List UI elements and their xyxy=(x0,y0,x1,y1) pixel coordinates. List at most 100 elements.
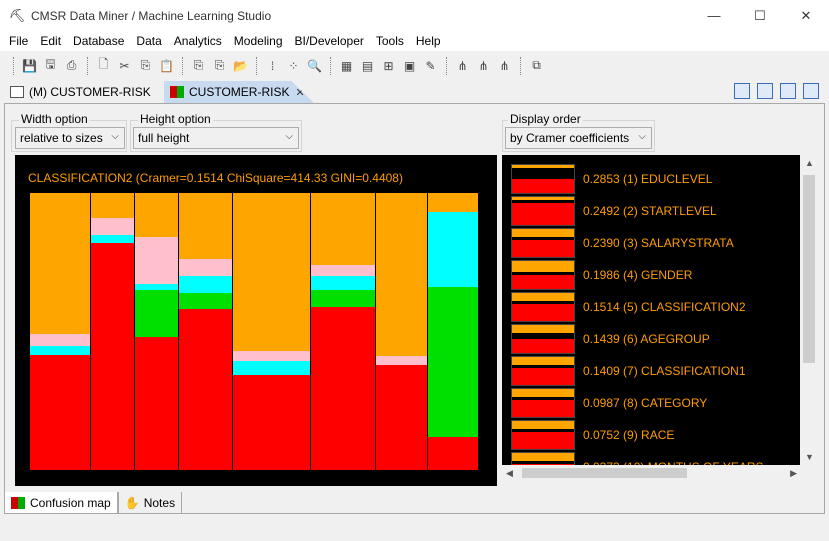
mini-confusion-map xyxy=(511,292,575,322)
cut-icon[interactable]: ✂ xyxy=(115,56,134,75)
layout1-icon[interactable] xyxy=(734,83,750,99)
list-item[interactable]: 0.1986 (4) GENDER xyxy=(511,260,692,290)
mosaic-segment-orange xyxy=(311,193,375,266)
scroll-down-icon[interactable]: ▼ xyxy=(805,452,814,462)
tab-notes[interactable]: ✋ Notes xyxy=(117,492,183,514)
main-panel: Width option relative to sizes ⌵ Height … xyxy=(4,103,825,514)
list-item[interactable]: 0.1514 (5) CLASSIFICATION2 xyxy=(511,292,746,322)
edit-icon[interactable]: ✎ xyxy=(421,56,440,75)
mosaic-segment-green xyxy=(179,292,232,310)
list-item-label: 0.1409 (7) CLASSIFICATION1 xyxy=(583,364,746,378)
tree1-icon[interactable]: ⋔ xyxy=(453,56,472,75)
mosaic-segment-green xyxy=(135,289,178,337)
mosaic-segment-cyan xyxy=(233,361,310,375)
tab-label: CUSTOMER-RISK xyxy=(189,85,290,99)
menu-data[interactable]: Data xyxy=(130,34,167,48)
tab-label: (M) CUSTOMER-RISK xyxy=(29,85,151,99)
mosaic-segment-pink xyxy=(311,265,375,277)
mini-map-top-segment xyxy=(512,293,574,302)
minimize-button[interactable]: — xyxy=(691,0,737,31)
list-item-label: 0.0987 (8) CATEGORY xyxy=(583,396,708,410)
help-icon[interactable] xyxy=(803,83,819,99)
scroll-right-icon[interactable]: ▶ xyxy=(790,468,797,479)
menu-modeling[interactable]: Modeling xyxy=(228,34,289,48)
copy-icon[interactable]: ⎘ xyxy=(136,56,155,75)
mosaic-segment-pink xyxy=(179,259,232,277)
mosaic-column xyxy=(311,193,375,470)
save-as-icon[interactable]: 🖫 xyxy=(41,56,60,75)
copy3-icon[interactable]: ⎘ xyxy=(210,56,229,75)
search-icon[interactable]: 🔍 xyxy=(305,56,324,75)
save-icon[interactable]: 💾 xyxy=(20,56,39,75)
menu-bi-developer[interactable]: BI/Developer xyxy=(289,34,370,48)
mini-map-bottom-segment xyxy=(512,275,574,289)
list-item[interactable]: 0.1409 (7) CLASSIFICATION1 xyxy=(511,356,746,386)
mini-map-top-segment xyxy=(512,453,574,462)
close-button[interactable]: ✕ xyxy=(783,0,829,31)
mini-map-bottom-segment xyxy=(512,304,574,321)
mosaic-segment-red xyxy=(233,374,310,470)
window-icon[interactable]: ⧉ xyxy=(527,56,546,75)
print-icon[interactable]: ⎙ xyxy=(62,56,81,75)
mini-map-top-segment xyxy=(512,325,574,334)
grid1-icon[interactable]: ⁞ xyxy=(263,56,282,75)
mosaic-segment-orange xyxy=(30,193,90,334)
chart2-icon[interactable]: ▤ xyxy=(358,56,377,75)
vertical-scrollbar[interactable]: ▲ ▼ xyxy=(801,155,817,465)
tree2-icon[interactable]: ⋔ xyxy=(474,56,493,75)
maximize-view-icon[interactable] xyxy=(780,83,796,99)
maximize-button[interactable]: ☐ xyxy=(737,0,783,31)
open-icon[interactable]: 📂 xyxy=(231,56,250,75)
mosaic-segment-pink xyxy=(376,356,427,365)
mini-map-bottom-segment xyxy=(512,368,574,385)
mini-map-top-segment xyxy=(512,229,574,238)
tree3-icon[interactable]: ⋔ xyxy=(495,56,514,75)
tab-confusion-map[interactable]: Confusion map xyxy=(4,492,118,514)
confusion-map-chart: CLASSIFICATION2 (Cramer=0.1514 ChiSquare… xyxy=(15,155,497,486)
list-item-label: 0.2390 (3) SALARYSTRATA xyxy=(583,236,734,250)
list-item[interactable]: 0.2853 (1) EDUCLEVEL xyxy=(511,164,712,194)
display-order-select[interactable]: by Cramer coefficients ⌵ xyxy=(505,127,652,149)
variable-list[interactable]: 0.2853 (1) EDUCLEVEL 0.2492 (2) STARTLEVE… xyxy=(502,155,800,465)
mosaic-segment-pink xyxy=(233,350,310,362)
editor-tabs: (M) CUSTOMER-RISK CUSTOMER-RISK ✕ xyxy=(2,81,827,103)
window-title: CMSR Data Miner / Machine Learning Studi… xyxy=(31,8,272,23)
list-item[interactable]: 0.0987 (8) CATEGORY xyxy=(511,388,707,418)
scroll-up-icon[interactable]: ▲ xyxy=(805,158,814,168)
mini-confusion-map xyxy=(511,260,575,290)
height-option-select[interactable]: full height ⌵ xyxy=(133,127,299,149)
grid3-icon[interactable]: ⊞ xyxy=(379,56,398,75)
chevron-down-icon: ⌵ xyxy=(638,131,646,142)
tab-customer-risk[interactable]: CUSTOMER-RISK ✕ xyxy=(164,81,314,103)
menu-analytics[interactable]: Analytics xyxy=(168,34,228,48)
paste-icon[interactable]: 📋 xyxy=(157,56,176,75)
list-item-label: 0.1986 (4) GENDER xyxy=(583,268,693,282)
list-item[interactable]: 0.1439 (6) AGEGROUP xyxy=(511,324,710,354)
tab-model-customer-risk[interactable]: (M) CUSTOMER-RISK xyxy=(4,81,164,103)
list-item[interactable]: 0.0752 (9) RACE xyxy=(511,420,674,450)
layout2-icon[interactable] xyxy=(757,83,773,99)
chart1-icon[interactable]: ▦ xyxy=(337,56,356,75)
grid2-icon[interactable]: ⁘ xyxy=(284,56,303,75)
menu-tools[interactable]: Tools xyxy=(370,34,410,48)
scroll-left-icon[interactable]: ◀ xyxy=(506,468,513,479)
close-tab-icon[interactable]: ✕ xyxy=(295,86,304,99)
horizontal-scrollbar[interactable]: ◀ ▶ xyxy=(502,465,801,481)
menu-file[interactable]: File xyxy=(3,34,34,48)
mini-map-top-segment xyxy=(512,261,574,273)
list-item[interactable]: 0.2390 (3) SALARYSTRATA xyxy=(511,228,734,258)
menu-edit[interactable]: Edit xyxy=(34,34,67,48)
width-option-select[interactable]: relative to sizes ⌵ xyxy=(15,127,125,149)
copy2-icon[interactable]: ⎘ xyxy=(189,56,208,75)
list-item[interactable]: 0.2492 (2) STARTLEVEL xyxy=(511,196,717,226)
new-icon[interactable]: 🗋 xyxy=(94,56,113,75)
list-item[interactable]: 0.0373 (10) MONTHS OF YEARS xyxy=(511,452,764,465)
list-item-label: 0.1439 (6) AGEGROUP xyxy=(583,332,710,346)
height-option-label: Height option xyxy=(138,112,213,126)
mosaic-segment-orange xyxy=(135,193,178,238)
mosaic-segment-pink xyxy=(135,237,178,285)
menu-database[interactable]: Database xyxy=(67,34,130,48)
calc-icon[interactable]: ▣ xyxy=(400,56,419,75)
menu-help[interactable]: Help xyxy=(410,34,447,48)
mini-confusion-map xyxy=(511,324,575,354)
